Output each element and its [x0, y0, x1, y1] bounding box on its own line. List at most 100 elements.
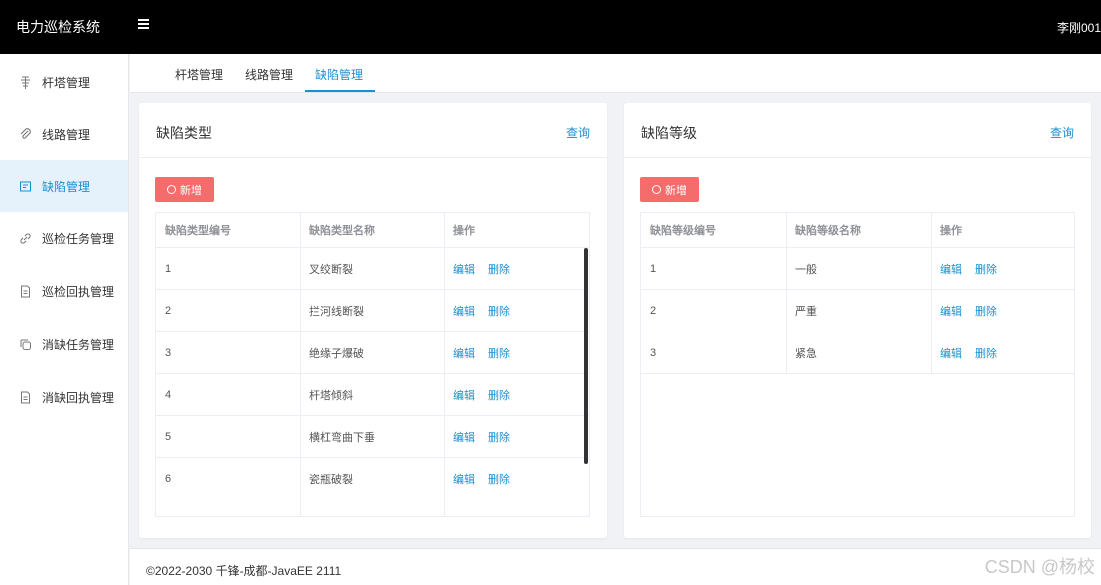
row-actions: 编辑 删除	[444, 374, 589, 415]
column-header: 缺陷类型编号	[165, 225, 231, 237]
sidebar-item-elimination-task[interactable]: 消缺任务管理	[0, 318, 128, 370]
tab-defect[interactable]: 缺陷管理	[315, 66, 363, 83]
row-actions: 编辑 删除	[444, 290, 589, 331]
defect-level-id: 3	[650, 346, 657, 359]
copyright-text: ©2022-2030 千锋-成都-JavaEE 2111	[146, 564, 342, 578]
edit-link[interactable]: 编辑	[940, 345, 962, 361]
edit-link[interactable]: 编辑	[453, 471, 475, 487]
add-button-label: 新增	[665, 184, 687, 197]
column-header: 缺陷等级名称	[795, 225, 861, 237]
sidebar-item-label: 消缺回执管理	[42, 390, 115, 405]
row-actions: 编辑 删除	[931, 248, 1074, 289]
defect-type-table: 缺陷类型编号 缺陷类型名称 操作 1 叉绞断裂 编辑 删除 2 拦河线断裂 编辑删…	[155, 212, 590, 517]
query-link[interactable]: 查询	[566, 124, 590, 141]
sidebar-item-label: 线路管理	[42, 127, 91, 142]
sidebar-item-tower[interactable]: 杆塔管理	[0, 56, 128, 108]
defect-type-id: 2	[165, 304, 172, 317]
row-actions: 编辑 删除	[444, 248, 589, 289]
query-link[interactable]: 查询	[1050, 124, 1074, 141]
panel-header: 缺陷等级 查询	[624, 103, 1091, 158]
defect-type-name: 绝缘子爆破	[309, 347, 364, 360]
delete-link[interactable]: 删除	[975, 261, 997, 277]
sidebar-item-elimination-receipt[interactable]: 消缺回执管理	[0, 371, 128, 423]
app-title: 电力巡检系统	[16, 19, 100, 35]
defect-type-name: 瓷瓶破裂	[309, 474, 353, 486]
table-row: 1 叉绞断裂 编辑 删除	[156, 248, 589, 290]
sidebar-item-label: 杆塔管理	[42, 75, 91, 90]
defect-type-name: 叉绞断裂	[309, 263, 353, 276]
table-row: 3 绝缘子爆破 编辑 删除	[156, 332, 589, 374]
row-actions: 编辑 删除	[931, 332, 1074, 373]
defect-type-name: 杆塔倾斜	[309, 389, 353, 402]
column-header: 操作	[940, 225, 962, 237]
sidebar-item-label: 消缺任务管理	[42, 337, 115, 352]
edit-link[interactable]: 编辑	[940, 261, 962, 277]
plus-circle-icon	[652, 185, 661, 194]
active-tab-indicator	[305, 90, 375, 92]
defect-level-id: 1	[650, 262, 657, 275]
table-row: 2 严重 编辑 删除	[641, 290, 1074, 332]
defect-type-panel: 缺陷类型 查询 新增 缺陷类型编号 缺陷类型名称 操作 1 叉绞断裂 编辑 删除 …	[139, 103, 607, 538]
delete-link[interactable]: 删除	[488, 303, 510, 319]
tower-icon	[18, 75, 32, 89]
delete-link[interactable]: 删除	[488, 387, 510, 403]
menu-toggle-icon[interactable]	[138, 19, 149, 31]
edit-link[interactable]: 编辑	[453, 387, 475, 403]
defect-level-panel: 缺陷等级 查询 新增 缺陷等级编号 缺陷等级名称 操作 1 一般 编辑 删除 2 …	[624, 103, 1091, 538]
table-scrollbar[interactable]	[584, 248, 588, 464]
delete-link[interactable]: 删除	[488, 345, 510, 361]
file-icon	[18, 284, 32, 298]
table-row: 5 横杠弯曲下垂 编辑 删除	[156, 416, 589, 458]
footer: ©2022-2030 千锋-成都-JavaEE 2111	[130, 548, 1101, 585]
defect-level-id: 2	[650, 305, 657, 317]
panel-title: 缺陷等级	[641, 125, 697, 141]
table-header: 缺陷类型编号 缺陷类型名称 操作	[156, 213, 589, 248]
edit-link[interactable]: 编辑	[940, 303, 962, 319]
defect-level-table: 缺陷等级编号 缺陷等级名称 操作 1 一般 编辑 删除 2 严重 编辑 删除 3 紧…	[640, 212, 1075, 517]
delete-link[interactable]: 删除	[488, 429, 510, 445]
top-bar: 电力巡检系统 李刚001	[0, 0, 1101, 54]
sidebar-item-inspection-receipt[interactable]: 巡检回执管理	[0, 265, 128, 317]
user-name[interactable]: 李刚001	[1057, 19, 1101, 36]
sidebar-item-inspection-task[interactable]: 巡检任务管理	[0, 212, 128, 264]
add-defect-level-button[interactable]: 新增	[640, 177, 699, 202]
watermark: CSDN @杨校	[984, 557, 1095, 577]
defect-type-id: 1	[165, 262, 172, 275]
defect-level-name: 一般	[795, 263, 817, 276]
defect-type-name: 拦河线断裂	[309, 305, 364, 318]
defect-level-name: 紧急	[795, 347, 817, 360]
table-row: 1 一般 编辑 删除	[641, 248, 1074, 290]
panel-title: 缺陷类型	[156, 125, 212, 141]
plus-circle-icon	[167, 185, 176, 194]
table-row: 6 瓷瓶破裂 编辑 删除	[156, 458, 589, 500]
sidebar: 杆塔管理 线路管理 缺陷管理 巡检任务管理 巡检回执管理 消缺任务管理 消缺回执…	[0, 54, 129, 585]
column-header: 缺陷类型名称	[309, 225, 375, 237]
delete-link[interactable]: 删除	[975, 303, 997, 319]
delete-link[interactable]: 删除	[975, 345, 997, 361]
add-defect-type-button[interactable]: 新增	[155, 177, 214, 202]
defect-type-name: 横杠弯曲下垂	[309, 431, 375, 444]
tab-tower[interactable]: 杆塔管理	[175, 66, 223, 83]
table-header: 缺陷等级编号 缺陷等级名称 操作	[641, 213, 1074, 248]
file-icon	[18, 390, 32, 404]
sidebar-item-label: 巡检任务管理	[42, 231, 115, 246]
edit-link[interactable]: 编辑	[453, 261, 475, 277]
table-row: 3 紧急 编辑 删除	[641, 332, 1074, 374]
sidebar-item-line[interactable]: 线路管理	[0, 108, 128, 160]
delete-link[interactable]: 删除	[488, 471, 510, 487]
sidebar-item-label: 缺陷管理	[42, 179, 91, 194]
sidebar-item-defect[interactable]: 缺陷管理	[0, 160, 128, 212]
panel-header: 缺陷类型 查询	[139, 103, 607, 158]
link-icon	[18, 231, 32, 245]
edit-link[interactable]: 编辑	[453, 303, 475, 319]
delete-link[interactable]: 删除	[488, 261, 510, 277]
document-icon	[18, 179, 32, 193]
table-row: 2 拦河线断裂 编辑 删除	[156, 290, 589, 332]
copy-icon	[18, 337, 32, 351]
edit-link[interactable]: 编辑	[453, 345, 475, 361]
defect-type-id: 6	[165, 473, 172, 485]
edit-link[interactable]: 编辑	[453, 429, 475, 445]
defect-type-id: 3	[165, 346, 172, 359]
column-header: 操作	[453, 225, 475, 237]
tab-line[interactable]: 线路管理	[245, 66, 293, 83]
